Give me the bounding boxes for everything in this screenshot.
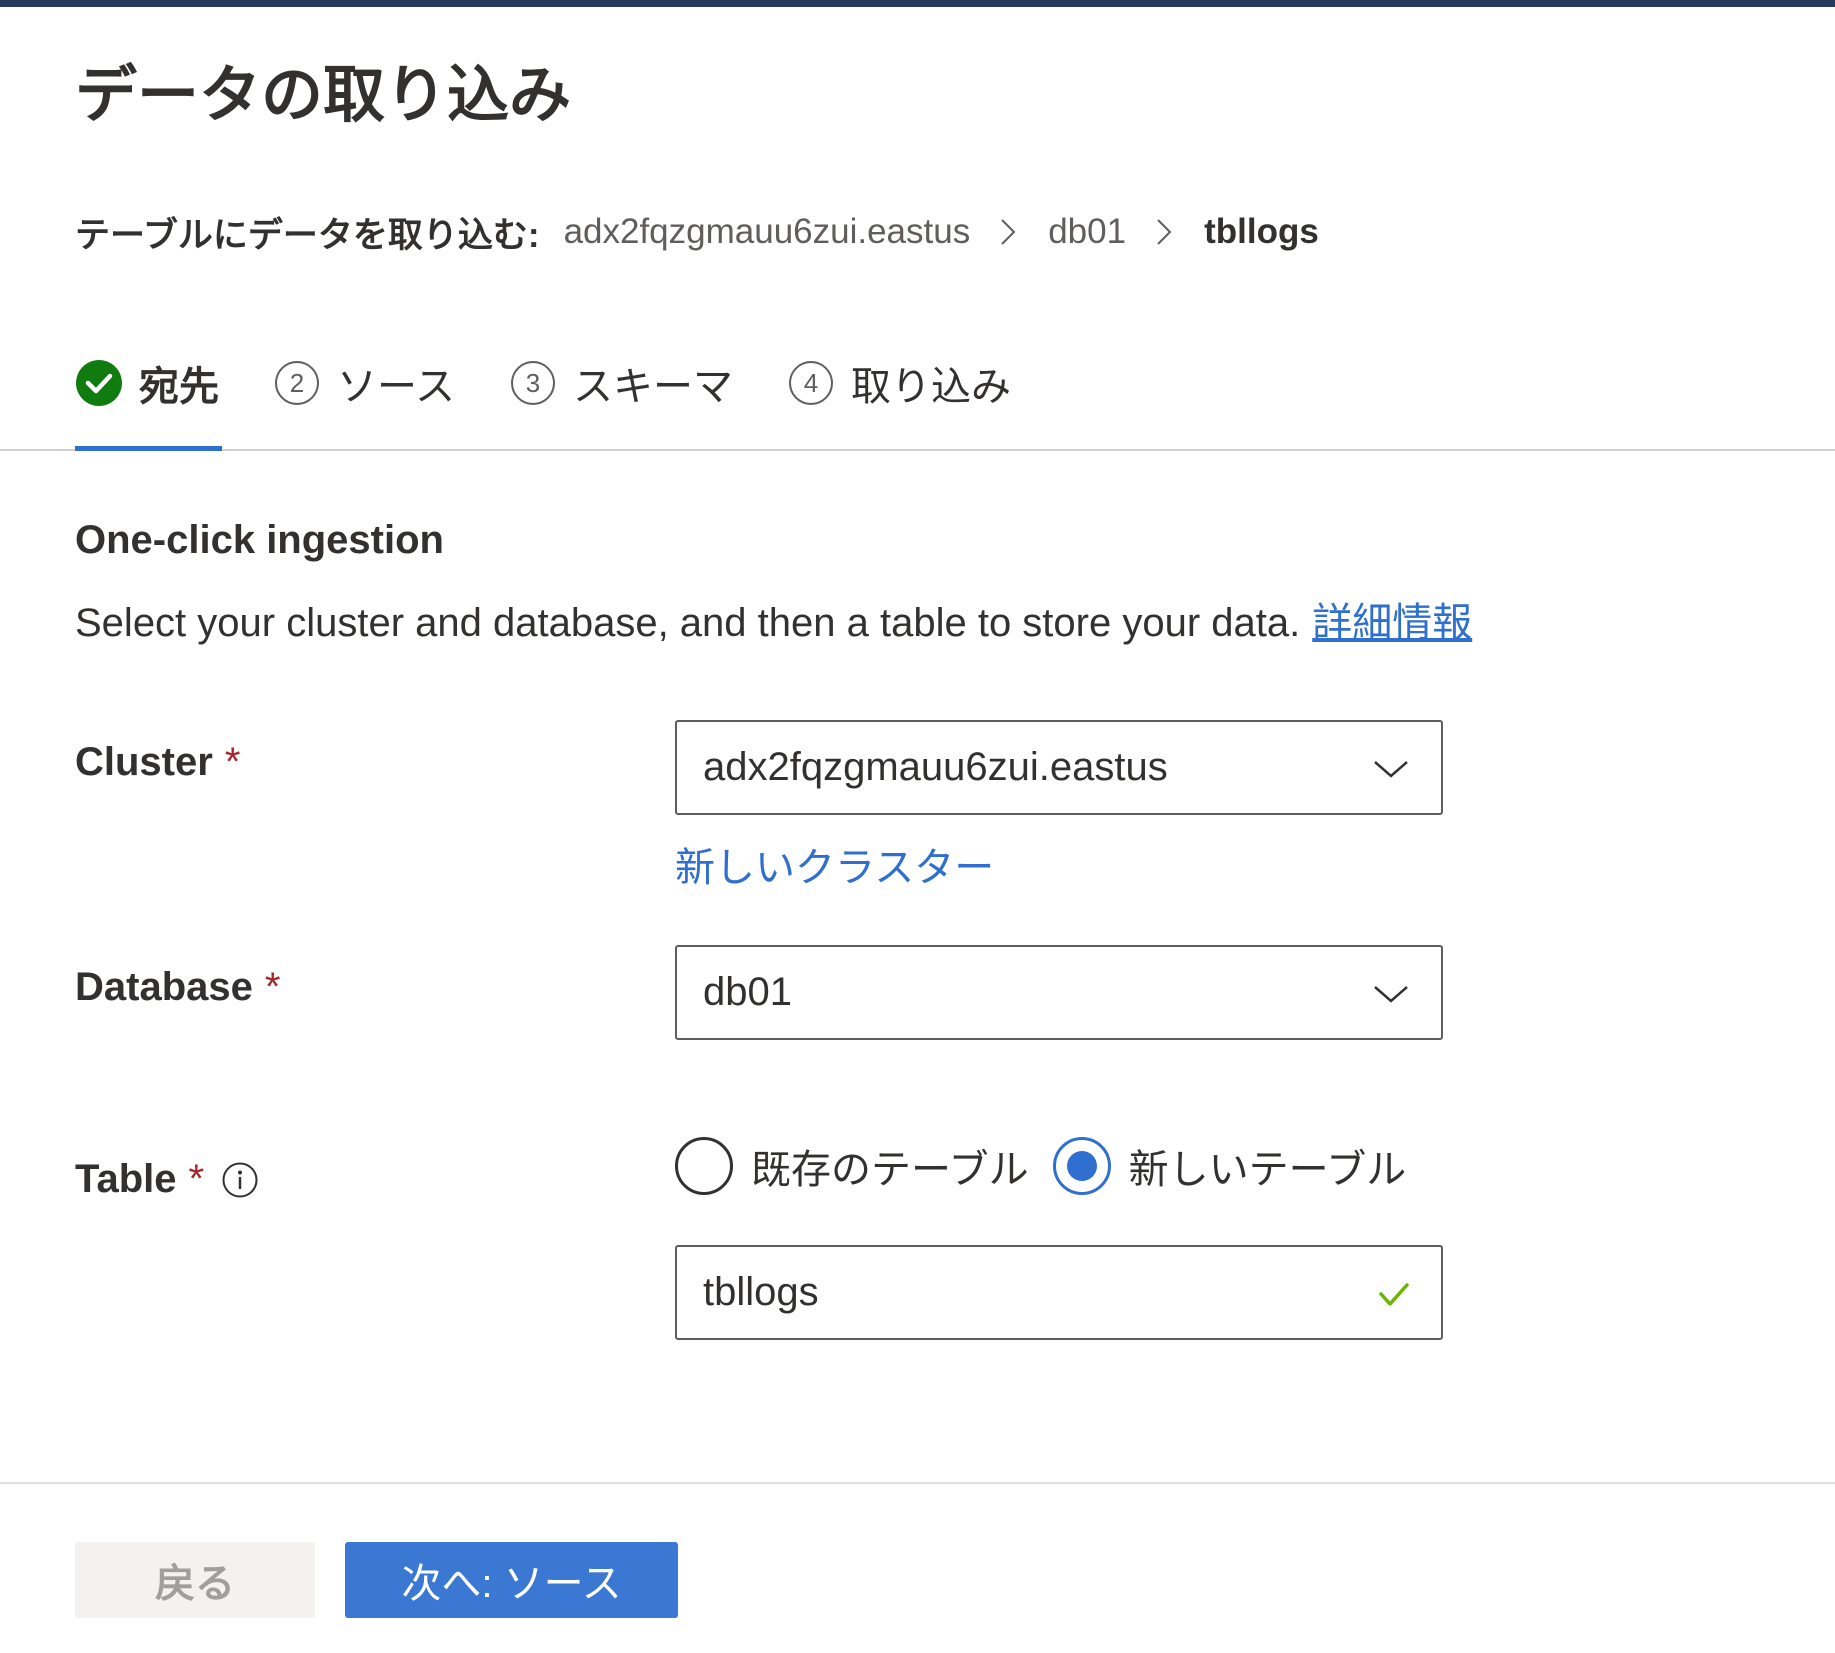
required-marker: * — [224, 740, 241, 784]
section-title: One-click ingestion — [75, 518, 444, 562]
table-type-radio-group: 既存のテーブル 新しいテーブル — [675, 1136, 1430, 1196]
cluster-label-text: Cluster — [75, 740, 213, 784]
chevron-right-icon — [1157, 219, 1172, 245]
info-icon[interactable] — [222, 1162, 258, 1198]
page-title: データの取り込み — [75, 61, 572, 130]
step-number: 4 — [789, 361, 833, 405]
section-description: Select your cluster and database, and th… — [75, 590, 1472, 648]
step-number: 3 — [511, 361, 555, 405]
tab-label: 宛先 — [139, 365, 219, 409]
cluster-label: Cluster * — [75, 740, 240, 785]
required-marker: * — [188, 1157, 205, 1201]
breadcrumb-prefix: テーブルにデータを取り込む: — [75, 215, 540, 255]
database-label-text: Database — [75, 965, 253, 1009]
learn-more-link[interactable]: 詳細情報 — [1312, 601, 1472, 645]
breadcrumb-item-table: tbllogs — [1204, 212, 1319, 251]
next-source-button[interactable]: 次へ: ソース — [345, 1542, 678, 1618]
cluster-dropdown-value: adx2fqzgmauu6zui.eastus — [703, 745, 1168, 789]
radio-button[interactable] — [675, 1137, 733, 1195]
table-name-value: tbllogs — [703, 1270, 819, 1314]
radio-button[interactable] — [1052, 1137, 1111, 1195]
tab-ingestion[interactable]: 4 取り込み — [789, 355, 1011, 411]
top-accent-bar — [0, 0, 1835, 7]
breadcrumb-item-database[interactable]: db01 — [1048, 212, 1126, 252]
tabs-divider — [0, 449, 1835, 451]
wizard-steps: 宛先 2 ソース 3 スキーマ 4 取り込み — [75, 355, 1067, 411]
step-number: 2 — [275, 361, 319, 405]
tab-destination[interactable]: 宛先 — [75, 355, 219, 411]
new-cluster-link[interactable]: 新しいクラスター — [675, 835, 994, 893]
active-tab-indicator — [75, 446, 222, 451]
required-marker: * — [264, 965, 281, 1009]
radio-label: 新しいテーブル — [1128, 1148, 1407, 1192]
chevron-down-icon — [1374, 986, 1408, 1003]
cluster-dropdown[interactable]: adx2fqzgmauu6zui.eastus — [675, 720, 1443, 815]
radio-label: 既存のテーブル — [751, 1148, 1029, 1192]
breadcrumb: テーブルにデータを取り込む: adx2fqzgmauu6zui.eastus d… — [75, 205, 1319, 259]
tab-source[interactable]: 2 ソース — [275, 355, 455, 411]
database-dropdown[interactable]: db01 — [675, 945, 1443, 1040]
checkmark-icon — [1379, 1283, 1409, 1306]
breadcrumb-item-cluster[interactable]: adx2fqzgmauu6zui.eastus — [564, 212, 971, 252]
radio-new-table[interactable]: 新しいテーブル — [1052, 1137, 1407, 1195]
footer-divider — [0, 1482, 1835, 1484]
tab-label: スキーマ — [573, 365, 733, 409]
back-button[interactable]: 戻る — [75, 1542, 315, 1618]
table-name-input[interactable]: tbllogs — [675, 1245, 1443, 1340]
checkmark-circle-icon — [76, 360, 122, 406]
table-label: Table * — [75, 1157, 258, 1202]
tab-label: ソース — [337, 365, 455, 409]
tab-label: 取り込み — [851, 365, 1011, 409]
radio-existing-table[interactable]: 既存のテーブル — [675, 1137, 1029, 1195]
database-label: Database * — [75, 965, 280, 1010]
tab-schema[interactable]: 3 スキーマ — [511, 355, 733, 411]
database-dropdown-value: db01 — [703, 970, 792, 1014]
table-label-text: Table — [75, 1157, 177, 1201]
description-text: Select your cluster and database, and th… — [75, 601, 1301, 645]
chevron-down-icon — [1374, 761, 1408, 778]
chevron-right-icon — [1001, 219, 1016, 245]
